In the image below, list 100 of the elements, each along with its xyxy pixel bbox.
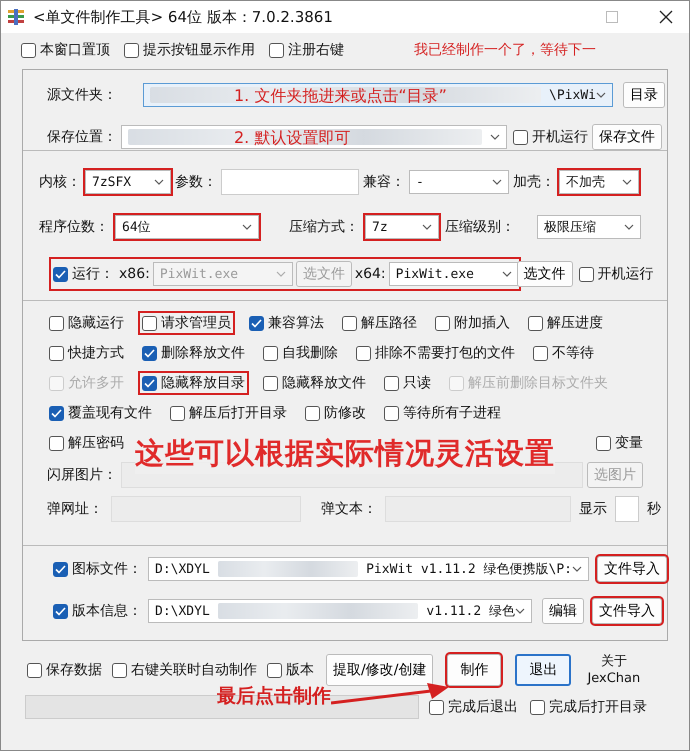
check-icon (251, 318, 262, 328)
checkbox[interactable]: 运行： (51, 264, 116, 284)
field-label: 参数： (175, 173, 217, 191)
checkbox[interactable]: 隐藏运行 (47, 313, 126, 333)
import-file-button[interactable]: 文件导入 (592, 598, 662, 624)
params-field[interactable] (221, 169, 359, 195)
dropdown[interactable]: 极限压缩 (537, 215, 641, 239)
chevron-icon (622, 179, 632, 185)
field-label: 显示 (579, 500, 607, 518)
close-icon[interactable] (659, 10, 673, 24)
dropdown[interactable]: 7z (365, 215, 439, 239)
dropdown[interactable]: 不加壳 (559, 170, 639, 194)
action-button[interactable]: 提取/修改/创建 (326, 654, 434, 686)
field-label: 兼容： (363, 173, 405, 191)
dropdown[interactable]: - (409, 170, 509, 194)
chevron-icon (515, 608, 525, 614)
chevron-icon (276, 271, 286, 277)
checkbox[interactable]: 排除不需要打包的文件 (354, 343, 517, 363)
checkbox[interactable]: 等待所有子进程 (382, 403, 503, 423)
check-icon (144, 378, 155, 388)
field-label: 秒 (647, 500, 661, 518)
checkbox[interactable]: 防修改 (303, 403, 368, 423)
field-label: x86: (119, 266, 150, 282)
action-button[interactable]: 制作 (447, 654, 502, 686)
field-label: 弹文本： (321, 500, 377, 518)
chevron-icon (242, 224, 252, 230)
icon-path-dropdown[interactable]: D:\XDYL PixWit v1.11.2 绿色便携版\P: (148, 557, 589, 581)
checkbox[interactable]: 开机运行 (576, 264, 656, 284)
field-label: 保存位置： (47, 128, 118, 146)
checkbox[interactable]: 完成后打开目录 (528, 697, 649, 717)
checkbox[interactable]: 覆盖现有文件 (47, 403, 154, 423)
checkbox[interactable]: 本窗口置顶 (19, 40, 112, 60)
field-label: 压缩级别： (445, 218, 515, 236)
field-label: 程序位数： (39, 218, 109, 236)
field-label: x64: (354, 266, 386, 282)
dropdown[interactable]: 64位 (115, 215, 259, 239)
check-icon (51, 408, 62, 418)
chevron-icon (492, 179, 502, 185)
field-label: 弹网址： (47, 500, 103, 518)
version-path-dropdown[interactable]: D:\XDYL v1.11.2 绿色 (148, 599, 532, 623)
edit-button[interactable]: 编辑 (542, 598, 584, 624)
check-icon (55, 564, 66, 574)
checkbox[interactable]: 保存数据 (25, 660, 104, 680)
dropdown[interactable]: 7zSFX (85, 170, 171, 194)
import-file-button[interactable]: 文件导入 (597, 556, 667, 582)
save-file-button[interactable]: 保存文件 (592, 124, 662, 150)
checkbox[interactable]: 只读 (382, 373, 433, 393)
checkbox[interactable]: 不等待 (531, 343, 596, 363)
checkbox[interactable]: 兼容算法 (247, 313, 326, 333)
checkbox[interactable]: 附加插入 (433, 313, 512, 333)
seconds-field[interactable] (615, 496, 639, 522)
field-label: 压缩方式： (289, 218, 359, 236)
checkbox[interactable]: 开机运行 (511, 127, 590, 147)
annotation-text: 最后点击制作 (217, 684, 331, 709)
field-label: 加壳： (513, 173, 555, 191)
checkbox[interactable]: 解压后打开目录 (168, 403, 289, 423)
checkbox[interactable]: 删除释放文件 (140, 343, 247, 363)
annotation-text: 我已经制作一个了，等待下一 (414, 41, 596, 59)
app-icon (7, 8, 25, 26)
check-icon (55, 270, 66, 278)
save-dropdown[interactable] (121, 125, 507, 149)
about-link[interactable]: 关于 (600, 653, 627, 670)
select-file-button[interactable]: 选文件 (516, 261, 573, 287)
dropdown[interactable]: PixWit.exe (388, 262, 519, 286)
annotation-text: 2. 默认设置即可 (234, 128, 350, 149)
chevron-icon (490, 134, 500, 140)
chevron-icon (624, 224, 634, 230)
annotation-text: 1. 文件夹拖进来或点击“目录” (234, 86, 447, 107)
maximize-icon[interactable] (606, 11, 618, 23)
checkbox[interactable]: 注册右键 (267, 40, 346, 60)
checkbox[interactable]: 变量 (594, 433, 645, 453)
checkbox[interactable]: 右键关联时自动制作 (110, 660, 259, 680)
field-label: 源文件夹： (47, 86, 118, 104)
chevron-icon (572, 566, 582, 572)
checkbox[interactable]: 完成后退出 (427, 697, 520, 717)
chevron-icon (422, 224, 432, 230)
field-label: 内核： (39, 173, 81, 191)
window-title: <单文件制作工具> 64位 版本：7.0.2.3861 (33, 8, 334, 26)
check-icon (55, 606, 66, 616)
checkbox[interactable]: 图标文件： (51, 559, 144, 579)
checkbox[interactable]: 解压密码 (47, 433, 126, 453)
checkbox[interactable]: 解压进度 (526, 313, 605, 333)
checkbox[interactable]: 提示按钮显示作用 (122, 40, 257, 60)
checkbox[interactable]: 自我删除 (261, 343, 340, 363)
checkbox[interactable]: 版本信息： (51, 601, 144, 621)
action-button[interactable]: 退出 (515, 654, 572, 686)
check-icon (144, 348, 155, 358)
chevron-icon (596, 92, 606, 98)
checkbox[interactable]: 版本 (265, 660, 316, 680)
field-label: 闪屏图片： (47, 466, 117, 484)
checkbox[interactable]: 隐藏释放目录 (140, 373, 247, 393)
checkbox[interactable]: 解压路径 (340, 313, 419, 333)
checkbox[interactable]: 隐藏释放文件 (261, 373, 368, 393)
chevron-icon (502, 271, 512, 277)
checkbox[interactable]: 请求管理员 (140, 313, 233, 333)
about-link[interactable]: JexChan (587, 670, 640, 687)
folder-path: \PixWi (549, 88, 596, 102)
directory-button[interactable]: 目录 (623, 82, 665, 108)
checkbox[interactable]: 快捷方式 (47, 343, 126, 363)
chevron-icon (154, 179, 164, 185)
